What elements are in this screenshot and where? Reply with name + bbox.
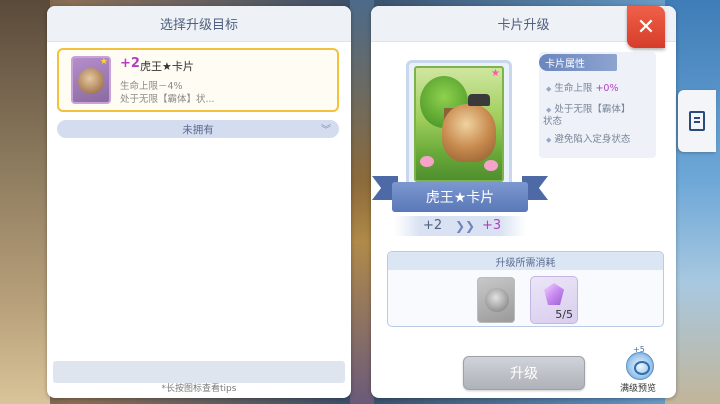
close-button[interactable]: ✕	[627, 6, 665, 48]
tiger-illustration	[442, 104, 496, 162]
side-document-tab[interactable]	[678, 90, 716, 152]
cost-card-slot[interactable]	[477, 277, 515, 323]
footer-tip: *长按图标查看tips	[161, 384, 237, 394]
card-name: 虎王★卡片	[140, 60, 194, 73]
card-level: +2	[120, 56, 140, 71]
upgrade-cost-header: 升级所需消耗	[388, 252, 663, 270]
attribute-3-label: 避免陷入定身状态	[554, 134, 631, 145]
card-desc-line2: 处于无限【霸体】状...	[120, 94, 215, 105]
pig-illustration	[484, 160, 498, 171]
hat-illustration	[468, 94, 490, 106]
max-level-preview-label[interactable]: 满级预览	[620, 381, 656, 394]
diamond-bullet-icon: ◆	[546, 85, 552, 93]
card-desc-line1: 生命上限－4%	[120, 81, 183, 92]
upgrade-button[interactable]: 升级	[463, 356, 585, 390]
attribute-line-2b: 状态	[543, 116, 563, 127]
game-backdrop-left	[0, 0, 50, 404]
star-icon: ★	[99, 57, 108, 67]
double-arrow-icon: ❯❯	[455, 219, 476, 233]
target-card-item[interactable]: ★ +2 虎王★卡片 生命上限－4% 处于无限【霸体】状...	[57, 48, 339, 112]
close-icon: ✕	[636, 14, 656, 40]
card-name-ribbon: 虎王★卡片	[392, 182, 528, 212]
cost-material-slot[interactable]: 5/5	[530, 276, 578, 324]
material-count: 5/5	[555, 308, 573, 321]
level-from: +2	[423, 218, 443, 233]
gem-icon	[544, 283, 564, 305]
target-panel-title: 选择升级目标	[47, 6, 351, 42]
target-select-panel: 选择升级目标 ★ +2 虎王★卡片 生命上限－4% 处于无限【霸体】状... 未…	[47, 6, 351, 398]
chevron-down-icon: ︾	[321, 125, 331, 136]
attribute-1-value: +0%	[595, 83, 619, 94]
pig-illustration	[420, 156, 434, 167]
attributes-header: 卡片属性	[539, 54, 617, 71]
tiger-portrait-icon	[78, 68, 104, 94]
star-icon: ★	[491, 68, 500, 79]
list-scroll-area[interactable]	[53, 361, 345, 383]
card-thumbnail[interactable]: ★	[71, 56, 111, 104]
document-icon	[689, 111, 705, 131]
attribute-2-label: 处于无限【霸体】	[554, 104, 631, 115]
diamond-bullet-icon: ◆	[546, 136, 552, 144]
attribute-line-1: ◆ 生命上限 +0%	[546, 80, 618, 94]
unowned-dropdown[interactable]: 未拥有 ︾	[57, 120, 339, 138]
attribute-line-3: ◆ 避免陷入定身状态	[546, 131, 630, 145]
card-artwork[interactable]: ★	[414, 66, 504, 182]
attribute-1-label: 生命上限	[554, 83, 593, 94]
eye-icon[interactable]	[626, 352, 654, 380]
level-to: +3	[482, 218, 502, 233]
tiger-portrait-icon	[485, 288, 509, 312]
unowned-label: 未拥有	[182, 123, 214, 136]
